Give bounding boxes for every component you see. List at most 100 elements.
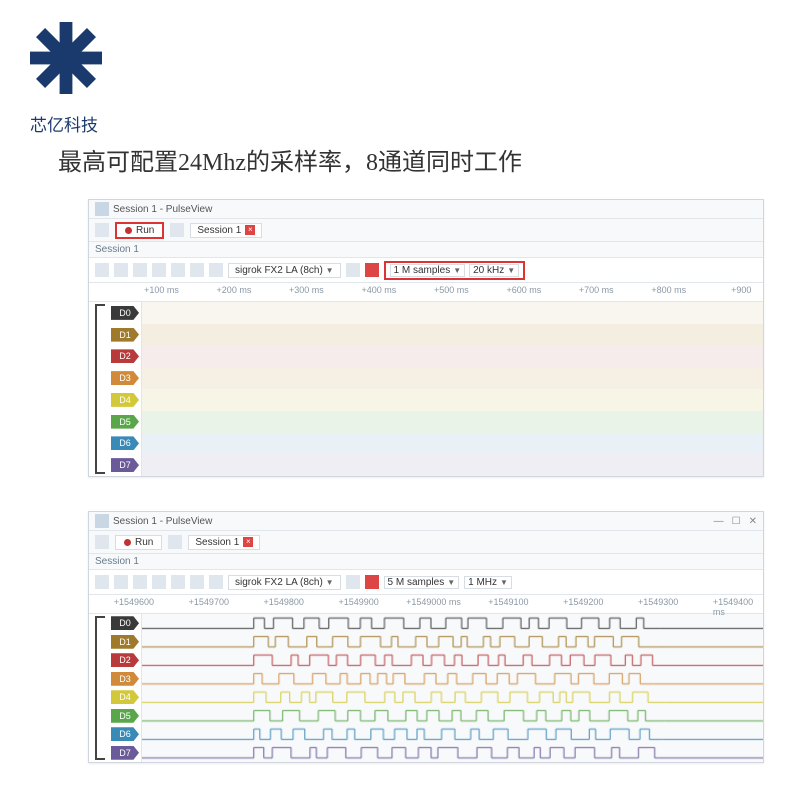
wrench-icon[interactable]	[346, 263, 360, 277]
trace-lane	[142, 433, 763, 455]
rate-select[interactable]: 1 MHz ▼	[464, 576, 512, 589]
chevron-down-icon: ▼	[326, 266, 334, 275]
samples-select[interactable]: 5 M samples ▼	[384, 576, 460, 589]
samples-select[interactable]: 1 M samples ▼	[390, 264, 466, 277]
ruler-tick: +1549200	[563, 597, 603, 607]
session-header: Session 1	[89, 242, 763, 258]
save-icon[interactable]	[114, 575, 128, 589]
chevron-down-icon: ▼	[326, 578, 334, 587]
session-tab-label: Session 1	[197, 225, 241, 236]
probe-icon[interactable]	[365, 263, 379, 277]
channel-tag: D2	[111, 653, 139, 667]
window-title: Session 1 - PulseView	[113, 204, 212, 215]
channel-tag: D1	[111, 328, 139, 342]
channel-tag: D6	[111, 727, 139, 741]
run-label: Run	[135, 537, 153, 548]
ruler-tick: +700 ms	[579, 285, 614, 295]
channel-tag: D4	[111, 393, 139, 407]
headline-text: 最高可配置24Mhz的采样率，8通道同时工作	[58, 142, 800, 177]
zoomin-icon[interactable]	[133, 575, 147, 589]
config-icon[interactable]	[168, 535, 182, 549]
chevron-down-icon: ▼	[500, 578, 508, 587]
ruler-tick: +1549900	[338, 597, 378, 607]
run-button[interactable]: Run	[115, 222, 164, 239]
ruler-tick: +400 ms	[362, 285, 397, 295]
probe-icon[interactable]	[365, 575, 379, 589]
window-controls: — ☐ ✕	[714, 516, 757, 527]
titlebar: Session 1 - PulseView	[89, 200, 763, 219]
run-button[interactable]: Run	[115, 535, 162, 550]
close-icon[interactable]: ×	[245, 225, 255, 235]
open-icon[interactable]	[95, 575, 109, 589]
trace-lanes[interactable]	[142, 614, 763, 762]
toolbar: sigrok FX2 LA (8ch) ▼ 5 M samples ▼ 1 MH…	[89, 570, 763, 595]
close-icon[interactable]: ×	[243, 537, 253, 547]
menu-icon[interactable]	[95, 223, 109, 237]
channel-tag: D7	[111, 746, 139, 760]
zoomout-icon[interactable]	[152, 263, 166, 277]
channel-tag: D6	[111, 436, 139, 450]
pulseview-window-2: Session 1 - PulseView — ☐ ✕ Run Session …	[88, 511, 764, 763]
menu-icon[interactable]	[95, 535, 109, 549]
ruler-tick: +1549100	[488, 597, 528, 607]
trace-lanes[interactable]	[142, 302, 763, 476]
ruler-tick: +200 ms	[217, 285, 252, 295]
ruler-tick: +100 ms	[144, 285, 179, 295]
sample-config-highlight: 1 M samples ▼ 20 kHz ▼	[384, 261, 526, 280]
ruler-tick: +1549800	[264, 597, 304, 607]
trace-lane	[142, 346, 763, 368]
channel-tag: D0	[111, 616, 139, 630]
menubar: Run Session 1 ×	[89, 531, 763, 554]
channel-tag: D4	[111, 690, 139, 704]
brand-header	[0, 0, 800, 101]
session-tab[interactable]: Session 1 ×	[188, 535, 260, 550]
trace-lane	[142, 389, 763, 411]
trace-lane	[142, 411, 763, 433]
trace-area: D0D1D2D3D4D5D6D7	[89, 614, 763, 762]
brand-logo-icon	[26, 18, 106, 98]
zoomfit-icon[interactable]	[171, 263, 185, 277]
wrench-icon[interactable]	[346, 575, 360, 589]
ruler-tick: +800 ms	[651, 285, 686, 295]
save-icon[interactable]	[114, 263, 128, 277]
zoomout-icon[interactable]	[152, 575, 166, 589]
trace-area: D0D1D2D3D4D5D6D7	[89, 302, 763, 476]
channels-icon[interactable]	[209, 575, 223, 589]
device-label: sigrok FX2 LA (8ch)	[235, 265, 323, 276]
samples-value: 1 M samples	[394, 265, 451, 276]
channel-tag: D5	[111, 415, 139, 429]
zoomin-icon[interactable]	[133, 263, 147, 277]
time-ruler: +100 ms+200 ms+300 ms+400 ms+500 ms+600 …	[89, 283, 763, 302]
ruler-tick: +600 ms	[506, 285, 541, 295]
maximize-icon[interactable]: ☐	[732, 516, 741, 527]
close-icon[interactable]: ✕	[749, 516, 757, 527]
chevron-down-icon: ▼	[507, 266, 515, 275]
device-select[interactable]: sigrok FX2 LA (8ch) ▼	[228, 575, 341, 590]
rate-select[interactable]: 20 kHz ▼	[469, 264, 519, 277]
config-icon[interactable]	[170, 223, 184, 237]
record-icon	[124, 539, 131, 546]
titlebar: Session 1 - PulseView — ☐ ✕	[89, 512, 763, 531]
record-icon	[125, 227, 132, 234]
ruler-tick: +300 ms	[289, 285, 324, 295]
toolbar: sigrok FX2 LA (8ch) ▼ 1 M samples ▼ 20 k…	[89, 258, 763, 283]
cursor-icon[interactable]	[190, 575, 204, 589]
device-label: sigrok FX2 LA (8ch)	[235, 577, 323, 588]
channels-icon[interactable]	[209, 263, 223, 277]
channel-tag: D3	[111, 371, 139, 385]
device-select[interactable]: sigrok FX2 LA (8ch) ▼	[228, 263, 341, 278]
cursor-icon[interactable]	[190, 263, 204, 277]
zoomfit-icon[interactable]	[171, 575, 185, 589]
time-ruler: +1549600+1549700+1549800+1549900+1549000…	[89, 595, 763, 614]
session-header: Session 1	[89, 554, 763, 570]
trace-lane	[142, 302, 763, 324]
brand-name: 芯亿科技	[30, 111, 800, 136]
waveform-canvas	[142, 614, 763, 762]
minimize-icon[interactable]: —	[714, 516, 724, 527]
menubar: Run Session 1 ×	[89, 219, 763, 242]
channel-tag: D5	[111, 709, 139, 723]
open-icon[interactable]	[95, 263, 109, 277]
session-tab[interactable]: Session 1 ×	[190, 223, 262, 238]
samples-value: 5 M samples	[388, 577, 445, 588]
run-label: Run	[136, 225, 154, 236]
